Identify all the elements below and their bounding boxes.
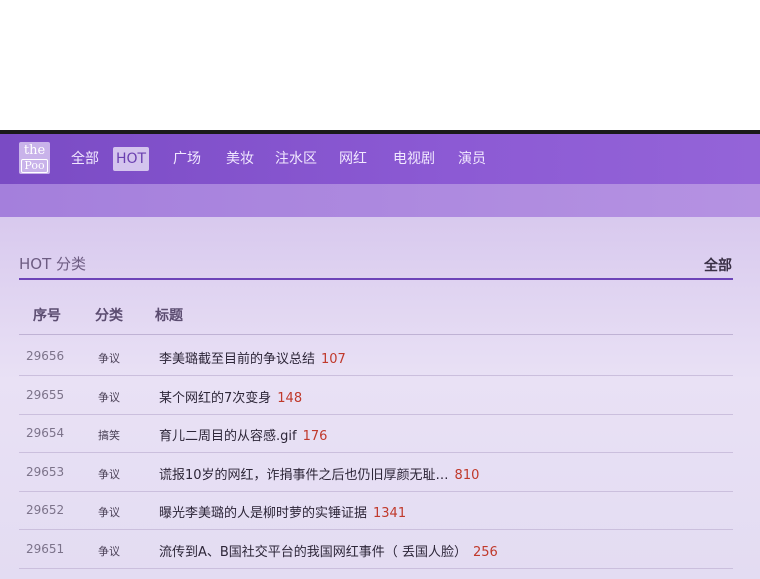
comment-count: 107	[321, 352, 346, 367]
site-logo[interactable]: the Poo	[19, 142, 50, 174]
row-title-link[interactable]: 谎报10岁的网红，诈捐事件之后也仍旧厚颜无耻… 810	[159, 464, 479, 483]
row-category[interactable]: 争议	[98, 389, 120, 405]
row-title-link[interactable]: 曝光李美璐的人是柳时萝的实锤证据 1341	[159, 502, 406, 521]
row-number: 29656	[26, 349, 65, 363]
nav-item-all[interactable]: 全部	[71, 147, 99, 171]
section-divider	[19, 278, 733, 280]
nav-item-square[interactable]: 广场	[173, 147, 201, 171]
nav-item-beauty[interactable]: 美妆	[226, 147, 254, 171]
main-content: HOT 分类 全部 序号 分类 标题 29656 争议 李美璐截至目前的争议总结…	[0, 217, 760, 579]
comment-count: 810	[454, 468, 480, 483]
row-title-text[interactable]: 李美璐截至目前的争议总结	[159, 352, 315, 367]
comment-count: 176	[302, 429, 328, 444]
row-title-link[interactable]: 某个网红的7次变身 148	[159, 387, 302, 406]
table-row[interactable]: 29655 争议 某个网红的7次变身 148	[19, 376, 733, 415]
table-row[interactable]: 29651 争议 流传到A、B国社交平台的我国网红事件（ 丢国人脸） 256	[19, 530, 733, 569]
row-number: 29655	[26, 388, 65, 402]
column-header-title: 标题	[155, 308, 183, 324]
row-title-text[interactable]: 育儿二周目的从容感.gif	[159, 429, 297, 444]
blank-top-area	[0, 0, 760, 130]
nav-item-actors[interactable]: 演员	[458, 147, 486, 171]
nav-item-influencer[interactable]: 网红	[339, 147, 367, 171]
row-title-link[interactable]: 育儿二周目的从容感.gif 176	[159, 425, 327, 444]
top-nav: the Poo 全部 HOT 广场 美妆 注水区 网红 电视剧 演员	[0, 134, 760, 184]
row-title-link[interactable]: 李美璐截至目前的争议总结 107	[159, 348, 346, 367]
row-number: 29654	[26, 426, 65, 440]
column-header-category: 分类	[95, 308, 123, 324]
table-row[interactable]: 29653 争议 谎报10岁的网红，诈捐事件之后也仍旧厚颜无耻… 810	[19, 453, 733, 492]
section-title: HOT 分类	[19, 255, 87, 273]
comment-count: 1341	[373, 506, 407, 521]
column-header-number: 序号	[33, 308, 61, 324]
table-row[interactable]: 29652 争议 曝光李美璐的人是柳时萝的实锤证据 1341	[19, 491, 733, 530]
nav-item-hot[interactable]: HOT	[113, 147, 150, 171]
nav-item-tv-drama[interactable]: 电视剧	[393, 147, 435, 171]
row-title-text[interactable]: 谎报10岁的网红，诈捐事件之后也仍旧厚颜无耻…	[159, 468, 449, 483]
table-row[interactable]: 29654 搞笑 育儿二周目的从容感.gif 176	[19, 414, 733, 453]
row-number: 29653	[26, 465, 65, 479]
comment-count: 256	[472, 545, 498, 560]
view-all-link[interactable]: 全部	[704, 255, 732, 275]
row-title-text[interactable]: 某个网红的7次变身	[159, 391, 271, 406]
row-category[interactable]: 争议	[98, 466, 120, 482]
row-title-link[interactable]: 流传到A、B国社交平台的我国网红事件（ 丢国人脸） 256	[159, 541, 498, 560]
header-divider	[19, 334, 733, 335]
comment-count: 148	[277, 391, 303, 406]
sub-banner	[0, 184, 760, 217]
row-category[interactable]: 争议	[98, 543, 120, 559]
row-category[interactable]: 搞笑	[98, 427, 120, 443]
nav-item-water-zone[interactable]: 注水区	[275, 147, 317, 171]
logo-text-top: the	[23, 142, 46, 158]
row-category[interactable]: 争议	[98, 504, 120, 520]
logo-text-bottom: Poo	[21, 158, 48, 173]
row-number: 29652	[26, 503, 65, 517]
row-title-text[interactable]: 曝光李美璐的人是柳时萝的实锤证据	[159, 506, 367, 521]
row-number: 29651	[26, 542, 65, 556]
row-category[interactable]: 争议	[98, 350, 120, 366]
row-title-text[interactable]: 流传到A、B国社交平台的我国网红事件（ 丢国人脸）	[159, 545, 467, 560]
table-row[interactable]: 29656 争议 李美璐截至目前的争议总结 107	[19, 337, 733, 376]
